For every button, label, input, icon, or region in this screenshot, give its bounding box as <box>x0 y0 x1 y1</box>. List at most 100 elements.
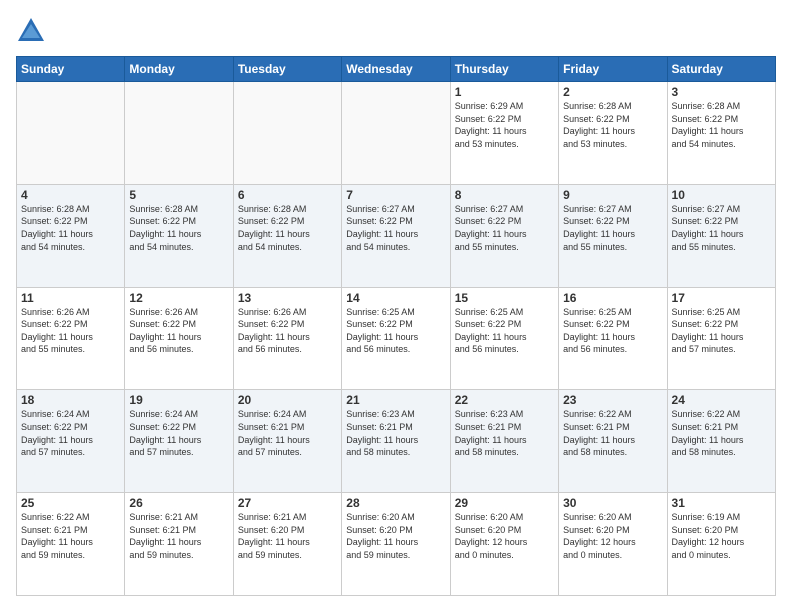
day-number: 12 <box>129 291 228 305</box>
calendar-cell: 11Sunrise: 6:26 AM Sunset: 6:22 PM Dayli… <box>17 287 125 390</box>
day-number: 7 <box>346 188 445 202</box>
day-info: Sunrise: 6:21 AM Sunset: 6:20 PM Dayligh… <box>238 511 337 561</box>
calendar-cell: 17Sunrise: 6:25 AM Sunset: 6:22 PM Dayli… <box>667 287 775 390</box>
day-number: 8 <box>455 188 554 202</box>
header <box>16 16 776 46</box>
calendar-cell: 21Sunrise: 6:23 AM Sunset: 6:21 PM Dayli… <box>342 390 450 493</box>
day-number: 29 <box>455 496 554 510</box>
calendar-cell: 20Sunrise: 6:24 AM Sunset: 6:21 PM Dayli… <box>233 390 341 493</box>
day-info: Sunrise: 6:23 AM Sunset: 6:21 PM Dayligh… <box>455 408 554 458</box>
day-info: Sunrise: 6:29 AM Sunset: 6:22 PM Dayligh… <box>455 100 554 150</box>
day-info: Sunrise: 6:22 AM Sunset: 6:21 PM Dayligh… <box>21 511 120 561</box>
page: SundayMondayTuesdayWednesdayThursdayFrid… <box>0 0 792 612</box>
calendar-cell: 14Sunrise: 6:25 AM Sunset: 6:22 PM Dayli… <box>342 287 450 390</box>
day-number: 26 <box>129 496 228 510</box>
day-number: 15 <box>455 291 554 305</box>
calendar-cell: 1Sunrise: 6:29 AM Sunset: 6:22 PM Daylig… <box>450 82 558 185</box>
calendar-cell: 4Sunrise: 6:28 AM Sunset: 6:22 PM Daylig… <box>17 184 125 287</box>
day-number: 1 <box>455 85 554 99</box>
calendar-cell: 28Sunrise: 6:20 AM Sunset: 6:20 PM Dayli… <box>342 493 450 596</box>
calendar-table: SundayMondayTuesdayWednesdayThursdayFrid… <box>16 56 776 596</box>
day-info: Sunrise: 6:24 AM Sunset: 6:22 PM Dayligh… <box>129 408 228 458</box>
weekday-header: Monday <box>125 57 233 82</box>
calendar-cell: 23Sunrise: 6:22 AM Sunset: 6:21 PM Dayli… <box>559 390 667 493</box>
calendar-cell: 25Sunrise: 6:22 AM Sunset: 6:21 PM Dayli… <box>17 493 125 596</box>
calendar-cell: 26Sunrise: 6:21 AM Sunset: 6:21 PM Dayli… <box>125 493 233 596</box>
day-info: Sunrise: 6:23 AM Sunset: 6:21 PM Dayligh… <box>346 408 445 458</box>
calendar-cell <box>17 82 125 185</box>
day-info: Sunrise: 6:25 AM Sunset: 6:22 PM Dayligh… <box>346 306 445 356</box>
day-info: Sunrise: 6:27 AM Sunset: 6:22 PM Dayligh… <box>672 203 771 253</box>
logo-icon <box>16 16 46 46</box>
day-info: Sunrise: 6:26 AM Sunset: 6:22 PM Dayligh… <box>21 306 120 356</box>
day-info: Sunrise: 6:20 AM Sunset: 6:20 PM Dayligh… <box>563 511 662 561</box>
calendar-cell: 9Sunrise: 6:27 AM Sunset: 6:22 PM Daylig… <box>559 184 667 287</box>
day-info: Sunrise: 6:28 AM Sunset: 6:22 PM Dayligh… <box>672 100 771 150</box>
day-info: Sunrise: 6:25 AM Sunset: 6:22 PM Dayligh… <box>563 306 662 356</box>
day-number: 2 <box>563 85 662 99</box>
weekday-header: Friday <box>559 57 667 82</box>
calendar-cell: 27Sunrise: 6:21 AM Sunset: 6:20 PM Dayli… <box>233 493 341 596</box>
day-number: 28 <box>346 496 445 510</box>
calendar-cell <box>125 82 233 185</box>
day-number: 31 <box>672 496 771 510</box>
day-info: Sunrise: 6:19 AM Sunset: 6:20 PM Dayligh… <box>672 511 771 561</box>
day-info: Sunrise: 6:28 AM Sunset: 6:22 PM Dayligh… <box>21 203 120 253</box>
calendar-cell <box>342 82 450 185</box>
day-info: Sunrise: 6:28 AM Sunset: 6:22 PM Dayligh… <box>238 203 337 253</box>
calendar-cell: 18Sunrise: 6:24 AM Sunset: 6:22 PM Dayli… <box>17 390 125 493</box>
day-number: 10 <box>672 188 771 202</box>
calendar-cell: 2Sunrise: 6:28 AM Sunset: 6:22 PM Daylig… <box>559 82 667 185</box>
day-info: Sunrise: 6:20 AM Sunset: 6:20 PM Dayligh… <box>346 511 445 561</box>
day-info: Sunrise: 6:25 AM Sunset: 6:22 PM Dayligh… <box>455 306 554 356</box>
day-info: Sunrise: 6:28 AM Sunset: 6:22 PM Dayligh… <box>129 203 228 253</box>
weekday-header-row: SundayMondayTuesdayWednesdayThursdayFrid… <box>17 57 776 82</box>
day-info: Sunrise: 6:27 AM Sunset: 6:22 PM Dayligh… <box>563 203 662 253</box>
day-number: 9 <box>563 188 662 202</box>
day-info: Sunrise: 6:24 AM Sunset: 6:21 PM Dayligh… <box>238 408 337 458</box>
calendar-cell: 12Sunrise: 6:26 AM Sunset: 6:22 PM Dayli… <box>125 287 233 390</box>
day-info: Sunrise: 6:26 AM Sunset: 6:22 PM Dayligh… <box>129 306 228 356</box>
calendar-cell: 7Sunrise: 6:27 AM Sunset: 6:22 PM Daylig… <box>342 184 450 287</box>
calendar-cell: 29Sunrise: 6:20 AM Sunset: 6:20 PM Dayli… <box>450 493 558 596</box>
day-info: Sunrise: 6:27 AM Sunset: 6:22 PM Dayligh… <box>455 203 554 253</box>
day-number: 27 <box>238 496 337 510</box>
calendar-cell: 22Sunrise: 6:23 AM Sunset: 6:21 PM Dayli… <box>450 390 558 493</box>
day-number: 18 <box>21 393 120 407</box>
logo <box>16 16 50 46</box>
day-number: 5 <box>129 188 228 202</box>
day-number: 24 <box>672 393 771 407</box>
weekday-header: Tuesday <box>233 57 341 82</box>
calendar-cell: 24Sunrise: 6:22 AM Sunset: 6:21 PM Dayli… <box>667 390 775 493</box>
day-number: 30 <box>563 496 662 510</box>
day-number: 4 <box>21 188 120 202</box>
day-number: 20 <box>238 393 337 407</box>
day-number: 17 <box>672 291 771 305</box>
day-number: 14 <box>346 291 445 305</box>
calendar-week-row: 18Sunrise: 6:24 AM Sunset: 6:22 PM Dayli… <box>17 390 776 493</box>
day-info: Sunrise: 6:24 AM Sunset: 6:22 PM Dayligh… <box>21 408 120 458</box>
day-info: Sunrise: 6:21 AM Sunset: 6:21 PM Dayligh… <box>129 511 228 561</box>
calendar-cell <box>233 82 341 185</box>
day-number: 25 <box>21 496 120 510</box>
calendar-week-row: 11Sunrise: 6:26 AM Sunset: 6:22 PM Dayli… <box>17 287 776 390</box>
day-info: Sunrise: 6:22 AM Sunset: 6:21 PM Dayligh… <box>563 408 662 458</box>
day-number: 21 <box>346 393 445 407</box>
day-number: 23 <box>563 393 662 407</box>
calendar-cell: 3Sunrise: 6:28 AM Sunset: 6:22 PM Daylig… <box>667 82 775 185</box>
calendar-cell: 13Sunrise: 6:26 AM Sunset: 6:22 PM Dayli… <box>233 287 341 390</box>
day-number: 3 <box>672 85 771 99</box>
calendar-week-row: 25Sunrise: 6:22 AM Sunset: 6:21 PM Dayli… <box>17 493 776 596</box>
weekday-header: Sunday <box>17 57 125 82</box>
day-info: Sunrise: 6:28 AM Sunset: 6:22 PM Dayligh… <box>563 100 662 150</box>
day-number: 19 <box>129 393 228 407</box>
calendar-cell: 5Sunrise: 6:28 AM Sunset: 6:22 PM Daylig… <box>125 184 233 287</box>
day-number: 11 <box>21 291 120 305</box>
day-info: Sunrise: 6:27 AM Sunset: 6:22 PM Dayligh… <box>346 203 445 253</box>
day-number: 22 <box>455 393 554 407</box>
weekday-header: Wednesday <box>342 57 450 82</box>
weekday-header: Saturday <box>667 57 775 82</box>
calendar-cell: 8Sunrise: 6:27 AM Sunset: 6:22 PM Daylig… <box>450 184 558 287</box>
calendar-cell: 15Sunrise: 6:25 AM Sunset: 6:22 PM Dayli… <box>450 287 558 390</box>
weekday-header: Thursday <box>450 57 558 82</box>
